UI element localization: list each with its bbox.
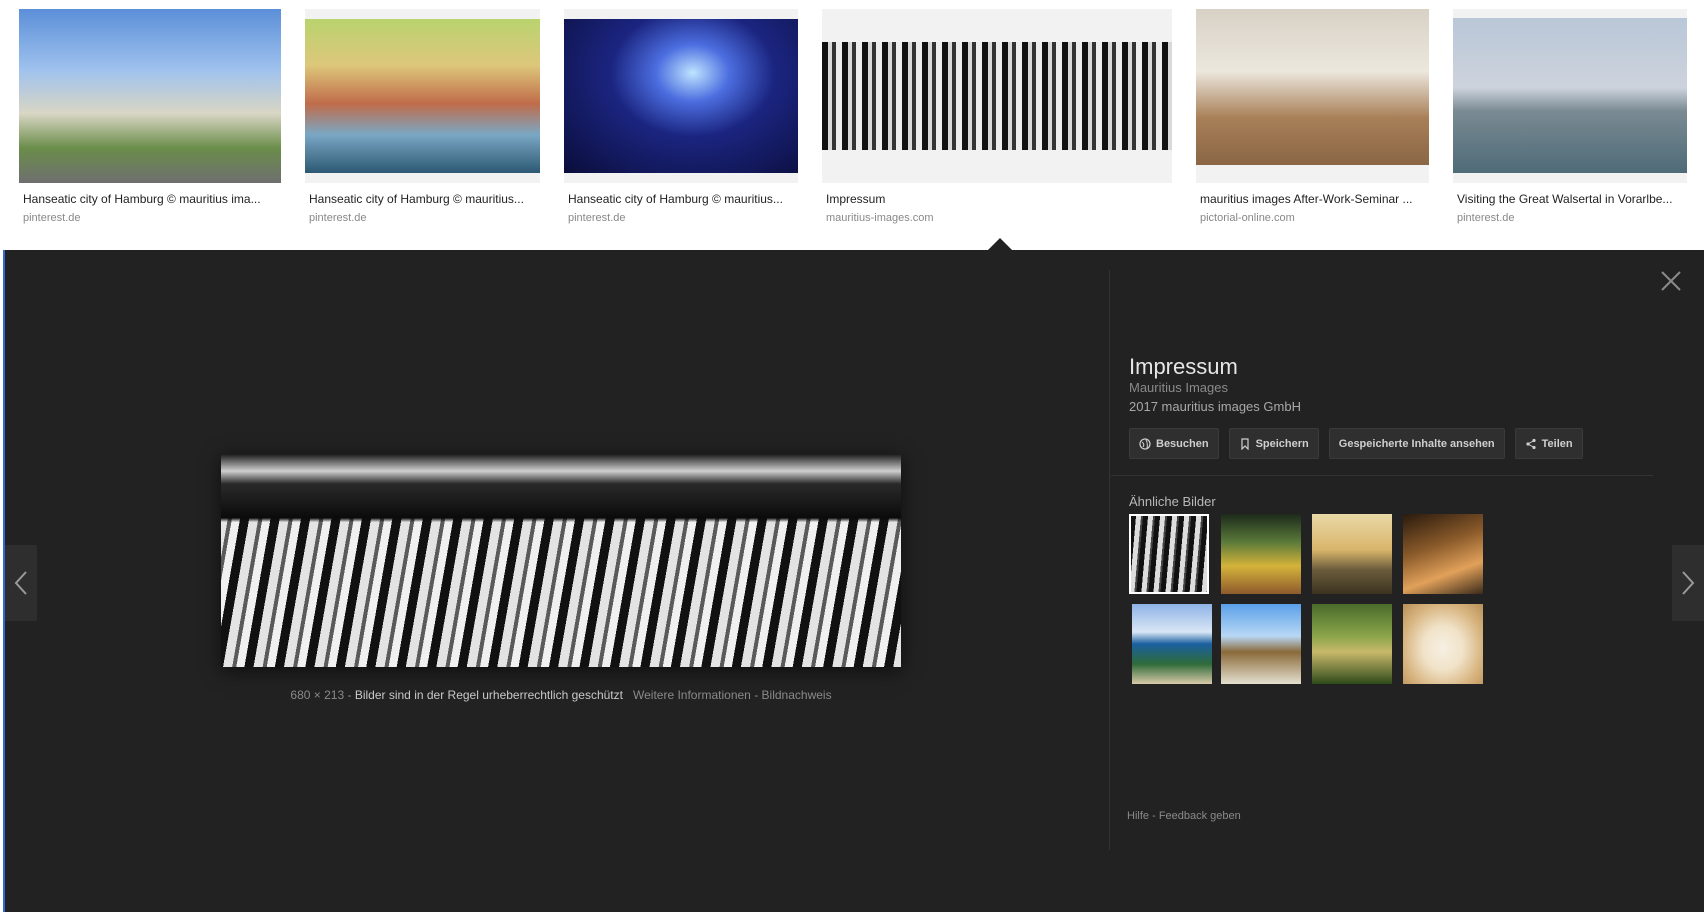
close-icon (1661, 271, 1681, 291)
result-title[interactable]: Hanseatic city of Hamburg © mauritius... (309, 192, 540, 206)
help-link[interactable]: Hilfe (1127, 810, 1149, 822)
save-button[interactable]: Speichern (1228, 428, 1319, 459)
result-source: pinterest.de (568, 212, 626, 224)
close-button[interactable] (1658, 268, 1684, 294)
result-thumbnail[interactable] (1453, 9, 1687, 183)
result-thumbnail[interactable] (305, 9, 540, 183)
image-detail-panel: 680 × 213 - Bilder sind in der Regel urh… (3, 250, 1704, 912)
similar-image-thumbnail[interactable] (1132, 604, 1212, 684)
section-divider (1111, 475, 1653, 476)
similar-image-thumbnail[interactable] (1403, 604, 1483, 684)
save-button-label: Speichern (1255, 437, 1309, 450)
caption-separator: - (754, 688, 759, 702)
similar-image-thumbnail[interactable] (1312, 514, 1392, 594)
view-saved-button[interactable]: Gespeicherte Inhalte ansehen (1328, 428, 1505, 459)
result-image (1196, 9, 1429, 165)
similar-image-thumbnail[interactable] (1221, 514, 1301, 594)
panel-divider (1109, 270, 1110, 850)
similar-image-thumbnail[interactable] (1221, 604, 1301, 684)
result-image (564, 19, 798, 173)
result-thumbnail[interactable] (1196, 9, 1429, 183)
visit-button[interactable]: Besuchen (1129, 428, 1219, 459)
result-image (305, 19, 540, 173)
result-thumbnail[interactable] (19, 9, 281, 183)
result-source: pictorial-online.com (1200, 212, 1295, 224)
previous-image-button[interactable] (5, 545, 37, 621)
share-button-label: Teilen (1541, 437, 1573, 450)
copyright-notice: Bilder sind in der Regel urheberrechtlic… (354, 688, 623, 702)
caption-separator: - (347, 688, 352, 702)
result-source: pinterest.de (1457, 212, 1515, 224)
result-title[interactable]: Hanseatic city of Hamburg © mauritius im… (23, 192, 281, 206)
image-dimensions: 680 × 213 (290, 688, 345, 702)
chevron-right-icon (1682, 571, 1695, 595)
result-thumbnail[interactable] (564, 9, 798, 183)
result-title[interactable]: Visiting the Great Walsertal in Vorarlbe… (1457, 192, 1687, 206)
selection-caret (988, 238, 1012, 250)
result-source: mauritius-images.com (826, 212, 934, 224)
share-button[interactable]: Teilen (1514, 428, 1583, 459)
image-source-name: Mauritius Images (1129, 380, 1228, 395)
image-caption: 680 × 213 - Bilder sind in der Regel urh… (5, 688, 1117, 702)
similar-images-heading: Ähnliche Bilder (1129, 494, 1216, 509)
result-title[interactable]: Impressum (826, 192, 1172, 206)
image-title[interactable]: Impressum (1129, 354, 1238, 380)
result-source: pinterest.de (309, 212, 367, 224)
visit-button-label: Besuchen (1156, 437, 1209, 450)
bookmark-icon (1240, 437, 1249, 450)
result-image (822, 42, 1172, 150)
image-results-strip: Hanseatic city of Hamburg © mauritius im… (0, 0, 1704, 250)
result-source: pinterest.de (23, 212, 81, 224)
action-buttons: Besuchen Speichern Gespeicherte Inhalte … (1129, 428, 1583, 459)
footer-separator: - (1152, 810, 1156, 822)
more-info-link[interactable]: Weitere Informationen (633, 688, 751, 702)
feedback-link[interactable]: Feedback geben (1159, 810, 1241, 822)
result-title[interactable]: Hanseatic city of Hamburg © mauritius... (568, 192, 798, 206)
view-saved-button-label: Gespeicherte Inhalte ansehen (1338, 437, 1495, 450)
similar-image-thumbnail[interactable] (1129, 514, 1209, 594)
similar-image-thumbnail[interactable] (1312, 604, 1392, 684)
panel-footer: Hilfe - Feedback geben (1127, 810, 1241, 822)
preview-image[interactable] (221, 454, 901, 667)
share-icon (1526, 438, 1536, 449)
result-title[interactable]: mauritius images After-Work-Seminar ... (1200, 192, 1429, 206)
image-copyright-owner: 2017 mauritius images GmbH (1129, 399, 1301, 414)
result-image (19, 9, 281, 183)
next-image-button[interactable] (1672, 545, 1704, 621)
result-image (1453, 18, 1687, 173)
similar-image-thumbnail[interactable] (1403, 514, 1483, 594)
globe-icon (1139, 437, 1151, 450)
result-thumbnail[interactable] (822, 9, 1172, 183)
chevron-left-icon (14, 571, 27, 595)
image-credits-link[interactable]: Bildnachweis (762, 688, 832, 702)
